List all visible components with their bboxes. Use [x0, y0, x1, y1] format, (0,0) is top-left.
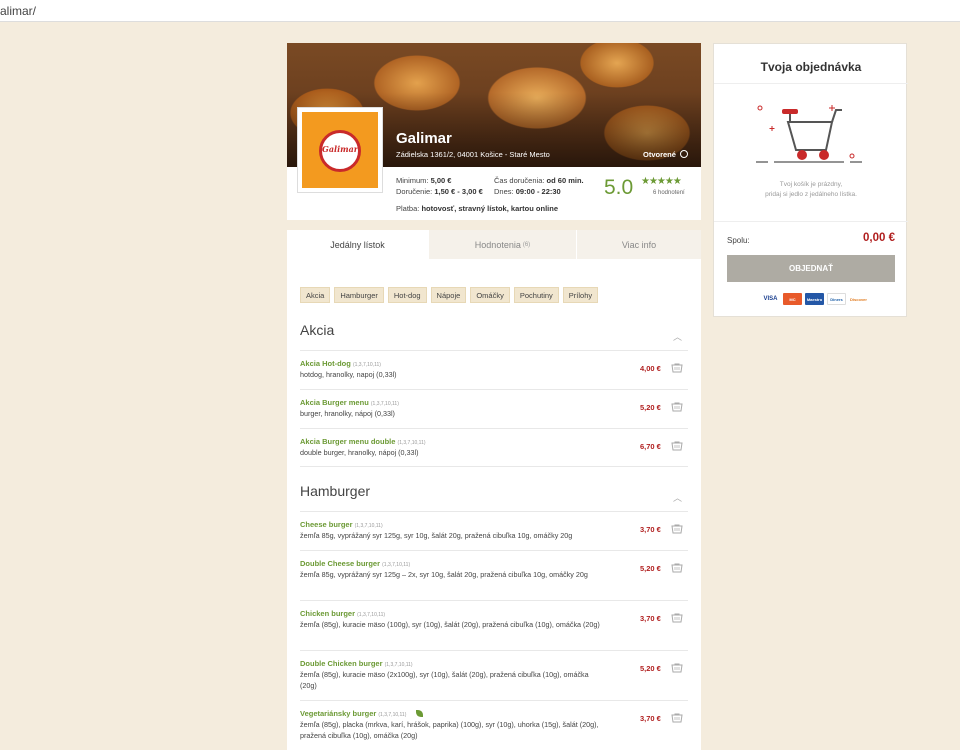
collapse-chevron-icon[interactable]: ︿ — [673, 330, 682, 343]
rating-stars: ★★★★★ — [641, 176, 682, 187]
diners-icon: Diners — [827, 293, 846, 305]
add-to-cart-icon[interactable] — [671, 524, 683, 534]
empty-cart-message: Tvoj košík je prázdny, pridaj si jedlo z… — [765, 181, 857, 198]
category-chip-pochutiny[interactable]: Pochutiny — [513, 287, 559, 303]
menu-item[interactable]: Chicken burger (1,3,7,10,11) žemľa (85g)… — [300, 600, 688, 650]
add-to-cart-icon[interactable] — [671, 713, 683, 723]
menu-item[interactable]: Double Cheese burger (1,3,7,10,11) žemľa… — [300, 550, 688, 600]
order-button[interactable]: OBJEDNAŤ — [727, 255, 895, 282]
category-chip-akcia[interactable]: Akcia — [300, 287, 331, 303]
category-chip-napoje[interactable]: Nápoje — [430, 287, 467, 303]
menu-item-description: žemľa 85g, vyprážaný syr 125g, syr 10g, … — [300, 531, 573, 540]
menu-item-description: žemľa (85g), kuracie mäso (100g), syr (1… — [300, 620, 600, 629]
menu-item-price: 5,20 € — [640, 564, 661, 573]
visa-icon: VISA — [761, 293, 780, 305]
restaurant-name: Galimar — [396, 130, 452, 147]
tab-more-info[interactable]: Viac info — [577, 230, 701, 259]
menu-item-name: Akcia Burger menu (1,3,7,10,11) — [300, 398, 399, 407]
total-label: Spolu: — [727, 236, 750, 245]
menu-item-price: 5,20 € — [640, 664, 661, 673]
menu-panel: Akcia Hamburger Hot-dog Nápoje Omáčky Po… — [287, 259, 701, 750]
delivery-fee: Doručenie: 1,50 € - 3,00 € — [396, 187, 483, 196]
menu-item-price: 3,70 € — [640, 614, 661, 623]
menu-item-price: 5,20 € — [640, 403, 661, 412]
maestro-icon: Maestro — [805, 293, 824, 305]
add-to-cart-icon[interactable] — [671, 663, 683, 673]
address-bar-url: alimar/ — [0, 4, 37, 18]
menu-item-description: žemľa (85g), kuracie mäso (2x100g), syr … — [300, 670, 589, 690]
menu-item-description: žemľa (85g), placka (mrkva, karí, hrášok… — [300, 720, 599, 740]
menu-item-name: Akcia Hot-dog (1,3,7,10,11) — [300, 359, 381, 368]
category-chip-omacky[interactable]: Omáčky — [470, 287, 510, 303]
order-panel: Tvoja objednávka Tvoj košík je prázdny, … — [713, 43, 908, 317]
menu-item-name: Double Chicken burger (1,3,7,10,11) — [300, 659, 413, 668]
restaurant-logo: Galimar — [297, 107, 383, 193]
total-value: 0,00 € — [863, 232, 895, 244]
menu-item-name: Double Cheese burger (1,3,7,10,11) — [300, 559, 411, 568]
clock-icon — [680, 150, 689, 158]
menu-item-price: 3,70 € — [640, 714, 661, 723]
minimum-order: Minimum: 5,00 € — [396, 176, 452, 185]
menu-item-price: 4,00 € — [640, 364, 661, 373]
opening-hours-today: Dnes: 09:00 - 22:30 — [494, 187, 561, 196]
menu-item-name: Chicken burger (1,3,7,10,11) — [300, 609, 386, 618]
tab-reviews[interactable]: Hodnotenia (6) — [429, 230, 577, 259]
menu-item-price: 6,70 € — [640, 442, 661, 451]
mastercard-icon: MC — [783, 293, 802, 305]
menu-item[interactable]: Akcia Burger menu (1,3,7,10,11) burger, … — [300, 389, 688, 428]
menu-item-description: hotdog, hranolky, napoj (0,33l) — [300, 370, 397, 379]
payment-methods: Platba: hotovosť, stravný lístok, kartou… — [396, 204, 558, 213]
menu-item-description: žemľa 85g, vyprážaný syr 125g – 2x, syr … — [300, 570, 588, 579]
add-to-cart-icon[interactable] — [671, 563, 683, 573]
menu-item-name: Akcia Burger menu double (1,3,7,10,11) — [300, 437, 426, 446]
menu-item-name: Vegetariánsky burger (1,3,7,10,11) — [300, 709, 424, 718]
menu-item[interactable]: Vegetariánsky burger (1,3,7,10,11) žemľa… — [300, 700, 688, 750]
section-title-hamburger: Hamburger — [300, 483, 371, 499]
add-to-cart-icon[interactable] — [671, 363, 683, 373]
restaurant-logo-text: Galimar — [322, 144, 358, 154]
collapse-chevron-icon[interactable]: ︿ — [673, 491, 682, 504]
menu-item-description: double burger, hranolky, nápoj (0,33l) — [300, 448, 419, 457]
add-to-cart-icon[interactable] — [671, 613, 683, 623]
restaurant-tabs: Jedálny lístok Hodnotenia (6) Viac info — [287, 230, 701, 259]
menu-item-price: 3,70 € — [640, 525, 661, 534]
empty-cart-icon — [756, 105, 862, 163]
tab-menu[interactable]: Jedálny lístok — [287, 230, 429, 259]
restaurant-header: Galimar Galimar Zádielska 1361/2, 04001 … — [287, 43, 701, 220]
order-title: Tvoja objednávka — [760, 60, 862, 74]
menu-item[interactable]: Akcia Burger menu double (1,3,7,10,11) d… — [300, 428, 688, 467]
category-chip-hot-dog[interactable]: Hot-dog — [387, 287, 427, 303]
address-bar[interactable]: alimar/ — [0, 0, 960, 22]
discover-icon: Discover — [849, 293, 868, 305]
menu-item[interactable]: Double Chicken burger (1,3,7,10,11) žemľ… — [300, 650, 688, 700]
section-title-akcia: Akcia — [300, 322, 335, 338]
menu-item[interactable]: Cheese burger (1,3,7,10,11) žemľa 85g, v… — [300, 511, 688, 550]
add-to-cart-icon[interactable] — [671, 441, 683, 451]
menu-item-name: Cheese burger (1,3,7,10,11) — [300, 520, 383, 529]
category-chip-hamburger[interactable]: Hamburger — [334, 287, 384, 303]
category-chips: Akcia Hamburger Hot-dog Nápoje Omáčky Po… — [300, 287, 599, 303]
open-status: Otvorené — [643, 150, 689, 159]
rating-score: 5.0 — [604, 176, 634, 199]
rating-count: 6 hodnotení — [653, 190, 685, 196]
payment-card-logos: VISA MC Maestro Diners Discover — [761, 293, 868, 305]
add-to-cart-icon[interactable] — [671, 402, 683, 412]
category-chip-prilohy[interactable]: Prílohy — [562, 287, 599, 303]
restaurant-address: Zádielska 1361/2, 04001 Košice - Staré M… — [396, 150, 550, 159]
menu-item[interactable]: Akcia Hot-dog (1,3,7,10,11) hotdog, hran… — [300, 350, 688, 389]
vegetarian-leaf-icon — [416, 710, 424, 717]
menu-item-description: burger, hranolky, nápoj (0,33l) — [300, 409, 395, 418]
delivery-time: Čas doručenia: od 60 min. — [494, 176, 584, 185]
